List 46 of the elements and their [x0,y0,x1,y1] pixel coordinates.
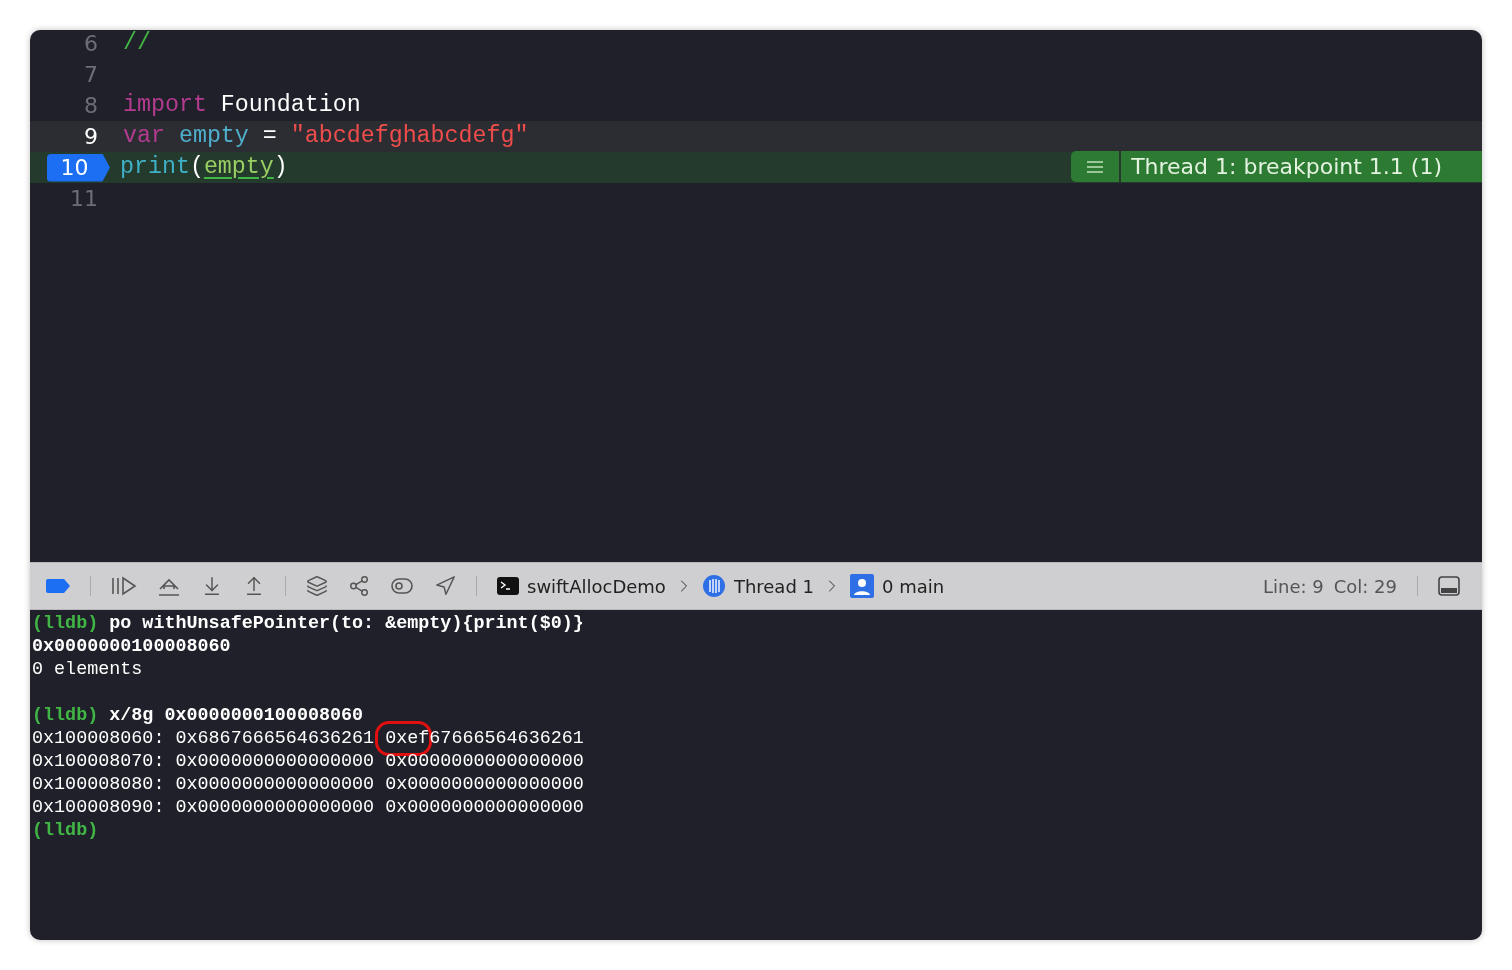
breadcrumb-item[interactable]: swiftAllocDemo [527,575,666,597]
code-token: "abcdefghabcdefg" [290,123,529,149]
continue-icon[interactable] [111,576,137,596]
line-number: 7 [84,62,99,87]
lldb-prompt: (lldb) [32,705,99,726]
layers-icon[interactable] [306,575,328,597]
console-text: 0 elements [32,659,143,680]
location-icon[interactable] [434,575,456,597]
terminal-icon [497,577,519,595]
console-text: 0x100008080: 0x0000000000000000 0x0000000000000000 [32,774,584,795]
line-number: 9 [84,124,99,149]
person-icon [850,574,874,598]
code-token: import [123,92,207,118]
code-token: = [261,123,278,149]
code-token: var [123,123,165,149]
code-token: Foundation [219,92,361,118]
console-text: 0x100008070: 0x0000000000000000 0x0000000000000000 [32,751,584,772]
graph-icon[interactable] [348,575,370,597]
code-token: // [123,30,151,56]
circled-console-text: 0xef [385,728,430,749]
breadcrumb-item[interactable]: Thread 1 [733,575,814,597]
column-position: Col: 29 [1333,575,1397,597]
line-number: 8 [84,93,99,118]
breakpoint-marker[interactable]: 10 [47,153,110,182]
breakpoint-annotation: Thread 1: breakpoint 1.1 (1) [1121,151,1482,182]
lldb-prompt: (lldb) [32,613,99,634]
code-token: empty [203,154,274,180]
line-position: Line: 9 [1262,575,1324,597]
console-text: 0x100008060: 0x6867666564636261 [32,728,376,749]
console-text: 0x0000000100008060 [32,636,231,657]
thread-icon [701,574,726,598]
annotation-menu-button[interactable] [1071,151,1120,182]
code-token: empty [177,123,249,149]
lldb-prompt: (lldb) [32,820,99,841]
line-number: 6 [84,31,99,56]
console-text: 0x100008090: 0x0000000000000000 0x0000000000000000 [32,797,584,818]
code-token: ( [189,154,204,180]
code-token: ) [273,154,288,180]
breadcrumb-item[interactable]: 0 main [882,575,945,597]
menu-icon [1086,160,1105,173]
panel-toggle-icon[interactable] [1438,576,1460,596]
line-number: 11 [70,186,99,211]
console-text: po withUnsafePointer(to: &empty){print($0)} [109,613,584,634]
code-token: print [120,154,190,180]
breakpoint-toggle-icon[interactable] [46,579,70,593]
console-text: x/8g 0x0000000100008060 [109,705,364,726]
